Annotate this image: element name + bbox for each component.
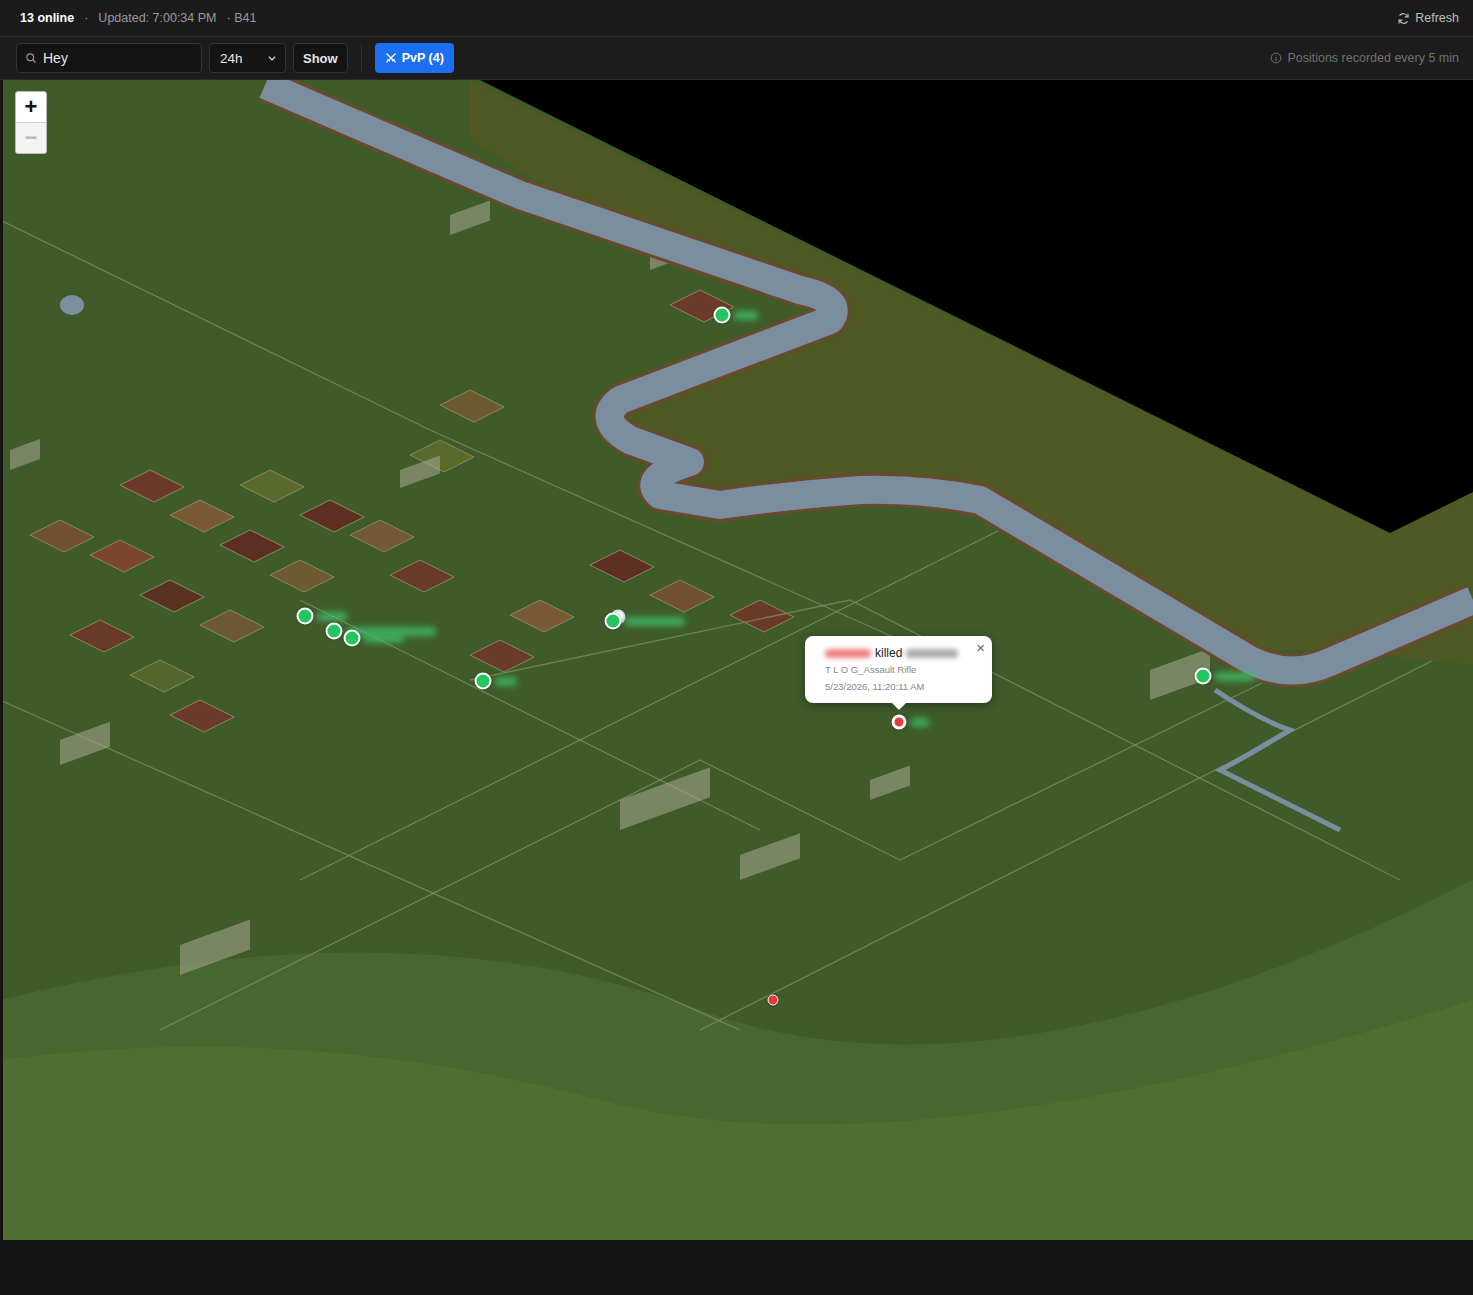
separator: · — [84, 11, 88, 25]
blurred-label — [495, 677, 517, 686]
kill-marker[interactable] — [768, 995, 779, 1006]
player-marker[interactable] — [475, 673, 492, 690]
pvp-toggle[interactable]: PvP (4) — [375, 43, 454, 73]
player-marker[interactable] — [344, 630, 361, 647]
crossed-swords-icon — [385, 52, 397, 64]
online-count: 13 online — [20, 11, 74, 25]
refresh-button[interactable]: Refresh — [1397, 11, 1459, 25]
kill-time: 5/23/2026, 11:20:11 AM — [825, 681, 970, 692]
show-button[interactable]: Show — [293, 43, 348, 73]
player-marker[interactable] — [605, 613, 622, 630]
toolbar: 24hShow PvP (4) Positions recorded every 5… — [0, 37, 1473, 80]
player-marker[interactable] — [297, 608, 314, 625]
footer — [0, 1240, 1473, 1295]
kill-marker[interactable] — [892, 715, 907, 730]
blurred-label — [364, 634, 404, 643]
map[interactable]: +− killed T L O G_Assault Rifle 5/23/2026, … — [3, 80, 1473, 1240]
status-bar: 13 online · Updated: 7:00:34 PM · B41 Refres… — [0, 0, 1473, 37]
blurred-name — [825, 649, 871, 658]
blurred-name — [906, 649, 958, 658]
player-marker[interactable] — [1195, 668, 1212, 685]
info-note: Positions recorded every 5 min — [1270, 51, 1459, 65]
player-marker[interactable] — [326, 623, 343, 640]
map-terrain — [3, 80, 1473, 1240]
divider — [361, 45, 362, 71]
blurred-label — [317, 612, 347, 621]
kill-verb: killed — [875, 646, 902, 660]
range-select[interactable]: 24h — [209, 43, 286, 73]
weapon-label: T L O G_Assault Rifle — [825, 664, 970, 675]
player-marker[interactable] — [714, 307, 731, 324]
zoom-control: +− — [15, 91, 47, 154]
updated-time: Updated: 7:00:34 PM — [98, 11, 216, 25]
kill-popup: killed T L O G_Assault Rifle 5/23/2026, 11… — [805, 636, 992, 703]
blurred-label — [1215, 672, 1255, 681]
search-icon — [25, 52, 37, 64]
zoom-in-button[interactable]: + — [16, 92, 46, 122]
build-label: · B41 — [227, 11, 257, 25]
blurred-label — [734, 311, 758, 320]
zoom-out-button[interactable]: − — [16, 122, 46, 153]
blurred-label — [911, 718, 929, 727]
chevron-down-icon — [267, 53, 277, 63]
popup-tail — [892, 703, 906, 710]
close-button[interactable]: × — [976, 639, 985, 656]
search-input[interactable] — [43, 50, 195, 66]
info-icon — [1270, 52, 1282, 64]
search-field[interactable] — [16, 43, 202, 73]
refresh-icon — [1397, 12, 1410, 25]
blurred-label — [625, 617, 685, 626]
